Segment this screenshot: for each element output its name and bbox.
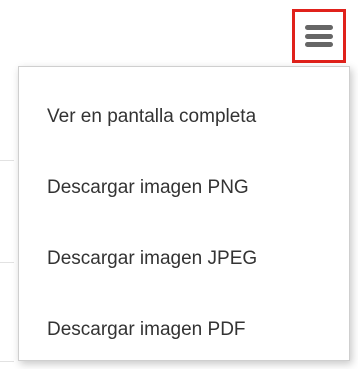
menu-item-download-png[interactable]: Descargar imagen PNG [19, 152, 349, 223]
context-menu-button[interactable] [292, 9, 346, 63]
menu-item-download-pdf[interactable]: Descargar imagen PDF [19, 294, 349, 365]
chart-gridline [0, 361, 14, 362]
chart-export-context: Ver en pantalla completa Descargar image… [0, 0, 358, 369]
menu-item-view-fullscreen[interactable]: Ver en pantalla completa [19, 81, 349, 152]
chart-gridline [0, 160, 14, 161]
menu-item-download-jpeg[interactable]: Descargar imagen JPEG [19, 223, 349, 294]
chart-gridline [0, 262, 14, 263]
export-menu: Ver en pantalla completa Descargar image… [18, 66, 350, 361]
hamburger-icon [305, 25, 333, 47]
